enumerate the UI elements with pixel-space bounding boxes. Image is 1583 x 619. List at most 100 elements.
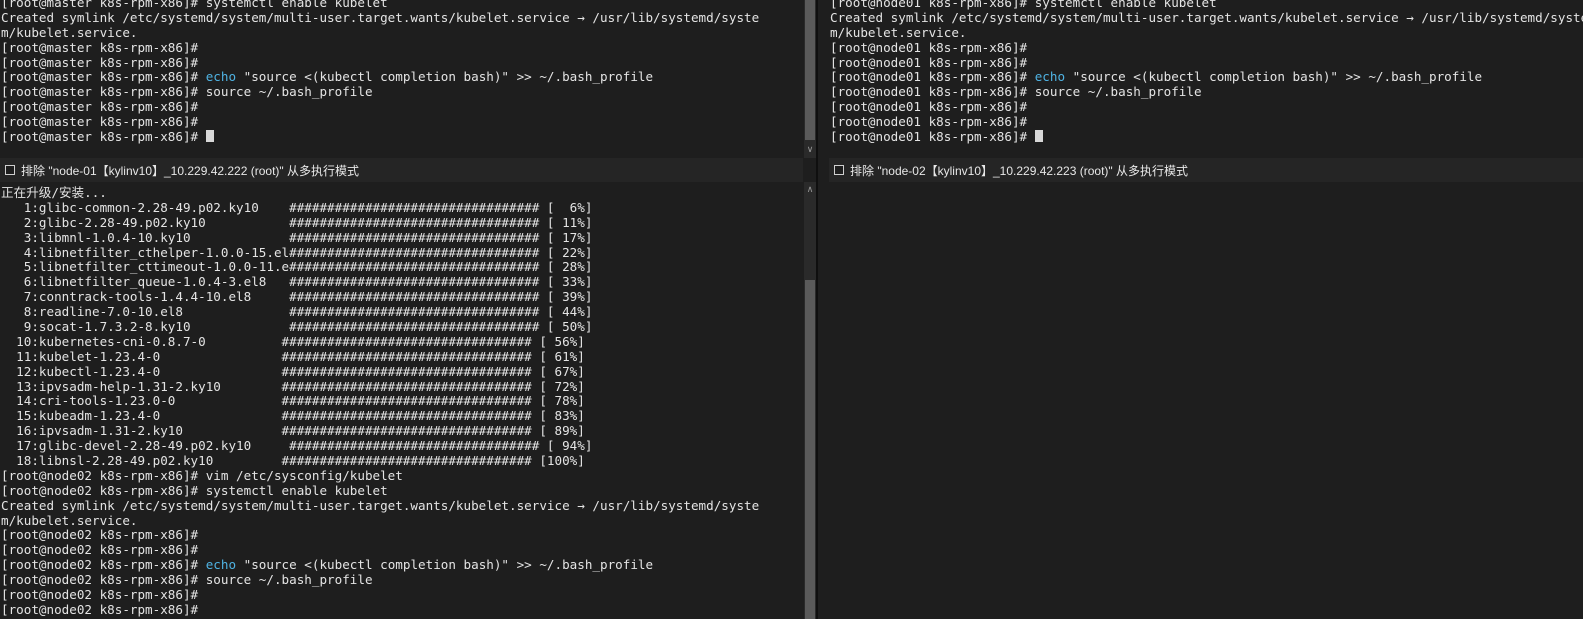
terminal-line: 14:cri-tools-1.23.0-0 ##################… <box>1 394 803 409</box>
terminal-line: m/kubelet.service. <box>830 24 1583 41</box>
terminal-line: [root@node02 k8s-rpm-x86]# vim /etc/sysc… <box>1 467 803 484</box>
terminal-line: [root@master k8s-rpm-x86]# <box>1 129 803 145</box>
terminal-line: 10:kubernetes-cni-0.8.7-0 ##############… <box>1 334 803 350</box>
chevron-up-icon[interactable]: ∧ <box>804 184 816 196</box>
line-text: 8:readline-7.0-10.el8 ##################… <box>1 304 593 320</box>
terminal-output[interactable]: 正在升级/安装... 1:glibc-common-2.28-49.p02.ky… <box>0 186 803 619</box>
terminal-line: 正在升级/安装... <box>1 186 803 201</box>
terminal-line: 9:socat-1.7.3.2-8.ky10 #################… <box>1 319 803 335</box>
line-text: Created symlink /etc/systemd/system/mult… <box>1 497 760 513</box>
terminal-line: [root@node01 k8s-rpm-x86]# source ~/.bas… <box>830 84 1583 100</box>
terminal-pane-empty[interactable] <box>818 182 1583 619</box>
terminal-pane-node01[interactable]: [root@node01 k8s-rpm-x86]# systemctl ena… <box>818 0 1583 158</box>
line-text: 16:ipvsadm-1.31-2.ky10 #################… <box>1 423 585 439</box>
scrollbar-thumb[interactable] <box>805 280 815 619</box>
exclude-multi-exec-bar[interactable]: 排除 "node-02【kylinv10】_10.229.42.223 (roo… <box>829 158 1583 182</box>
line-text: 15:kubeadm-1.23.4-0 ####################… <box>1 408 585 424</box>
terminal-line: Created symlink /etc/systemd/system/mult… <box>1 10 803 26</box>
terminal-line: [root@node02 k8s-rpm-x86]# <box>1 601 803 618</box>
line-text: [root@master k8s-rpm-x86]# <box>1 99 199 115</box>
scrollbar-thumb[interactable] <box>805 0 815 140</box>
terminal-line: 15:kubeadm-1.23.4-0 ####################… <box>1 408 803 424</box>
text-cursor <box>205 130 214 143</box>
line-text: 4:libnetfilter_cthelper-1.0.0-15.el#####… <box>1 244 593 260</box>
terminal-pane-master[interactable]: [root@master k8s-rpm-x86]# systemctl ena… <box>0 0 803 158</box>
command-args: "source <(kubectl completion bash)" >> ~… <box>236 69 654 85</box>
vertical-scrollbar[interactable]: ∧ <box>804 182 816 619</box>
terminal-line: 2:glibc-2.28-49.p02.ky10 ###############… <box>1 215 803 231</box>
terminal-line: [root@node01 k8s-rpm-x86]# <box>830 99 1583 115</box>
line-text: [root@master k8s-rpm-x86]# <box>1 114 199 130</box>
terminal-output[interactable]: [root@master k8s-rpm-x86]# systemctl ena… <box>0 0 803 158</box>
terminal-line: 12:kubectl-1.23.4-0 ####################… <box>1 363 803 380</box>
terminal-line: Created symlink /etc/systemd/system/mult… <box>1 497 803 514</box>
line-text: 12:kubectl-1.23.4-0 ####################… <box>1 363 585 379</box>
terminal-pane-node02[interactable]: 正在升级/安装... 1:glibc-common-2.28-49.p02.ky… <box>0 182 803 619</box>
line-text: 7:conntrack-tools-1.4.4-10.el8 #########… <box>1 289 593 305</box>
line-text: [root@node02 k8s-rpm-x86]# systemctl ena… <box>1 482 388 498</box>
line-text: [root@master k8s-rpm-x86]# <box>1 54 199 70</box>
line-text: [root@master k8s-rpm-x86]# source ~/.bas… <box>1 84 373 100</box>
line-text: [root@node02 k8s-rpm-x86]# <box>1 527 199 543</box>
terminal-line: [root@master k8s-rpm-x86]# <box>1 99 803 115</box>
exclude-label: 排除 "node-02【kylinv10】_10.229.42.223 (roo… <box>850 163 1188 178</box>
terminal-line: 7:conntrack-tools-1.4.4-10.el8 #########… <box>1 289 803 305</box>
line-text: [root@node01 k8s-rpm-x86]# <box>830 114 1028 130</box>
line-text: 9:socat-1.7.3.2-8.ky10 #################… <box>1 319 593 335</box>
line-text: [root@node01 k8s-rpm-x86]# source ~/.bas… <box>830 84 1202 100</box>
pane-divider[interactable] <box>816 0 818 619</box>
line-text: [root@master k8s-rpm-x86]# <box>1 69 206 85</box>
line-text: Created symlink /etc/systemd/system/mult… <box>830 9 1583 25</box>
exclude-label: 排除 "node-01【kylinv10】_10.229.42.222 (roo… <box>21 163 359 178</box>
line-text: [root@master k8s-rpm-x86]# systemctl ena… <box>1 0 388 10</box>
line-text: [root@node01 k8s-rpm-x86]# <box>830 39 1028 55</box>
terminal-line: [root@master k8s-rpm-x86]# <box>1 54 803 71</box>
line-text: m/kubelet.service. <box>830 24 967 40</box>
line-text: 17:glibc-devel-2.28-49.p02.ky10 ########… <box>1 438 593 454</box>
terminal-line: [root@master k8s-rpm-x86]# <box>1 114 803 130</box>
command-keyword: echo <box>205 69 237 85</box>
line-text: [root@node01 k8s-rpm-x86]# <box>830 129 1035 145</box>
line-text: [root@node02 k8s-rpm-x86]# <box>1 557 206 573</box>
line-text: [root@node02 k8s-rpm-x86]# vim /etc/sysc… <box>1 467 403 483</box>
text-cursor <box>1034 130 1043 143</box>
command-keyword: echo <box>1034 69 1066 85</box>
terminal-line: [root@node02 k8s-rpm-x86]# source ~/.bas… <box>1 572 803 588</box>
terminal-line: 4:libnetfilter_cthelper-1.0.0-15.el#####… <box>1 244 803 261</box>
line-text: [root@node02 k8s-rpm-x86]# <box>1 542 199 558</box>
checkbox-icon[interactable] <box>834 165 844 175</box>
terminal-line: [root@node01 k8s-rpm-x86]# <box>830 55 1583 71</box>
line-text: 正在升级/安装... <box>1 186 107 200</box>
terminal-line: [root@master k8s-rpm-x86]# <box>1 39 803 56</box>
terminal-line: 3:libmnl-1.0.4-10.ky10 #################… <box>1 229 803 246</box>
checkbox-icon[interactable] <box>5 165 15 175</box>
terminal-output[interactable]: [root@node01 k8s-rpm-x86]# systemctl ena… <box>829 0 1583 158</box>
command-args: "source <(kubectl completion bash)" >> ~… <box>236 557 654 573</box>
terminal-line: [root@node01 k8s-rpm-x86]# <box>830 129 1583 145</box>
line-text: m/kubelet.service. <box>1 24 138 40</box>
line-text: [root@node01 k8s-rpm-x86]# systemctl ena… <box>830 0 1217 10</box>
terminal-line: [root@node01 k8s-rpm-x86]# <box>830 114 1583 130</box>
terminal-line: 18:libnsl-2.28-49.p02.ky10 #############… <box>1 453 803 469</box>
line-text: 5:libnetfilter_cttimeout-1.0.0-11.e#####… <box>1 259 593 275</box>
line-text: [root@master k8s-rpm-x86]# <box>1 39 199 55</box>
line-text: [root@node02 k8s-rpm-x86]# <box>1 601 199 617</box>
line-text: 3:libmnl-1.0.4-10.ky10 #################… <box>1 229 593 245</box>
terminal-line: [root@node02 k8s-rpm-x86]# <box>1 542 803 558</box>
terminal-line: [root@node01 k8s-rpm-x86]# <box>830 39 1583 56</box>
vertical-scrollbar[interactable]: ∨ <box>804 0 816 158</box>
terminal-line: 1:glibc-common-2.28-49.p02.ky10 ########… <box>1 199 803 216</box>
command-keyword: echo <box>205 557 237 573</box>
line-text: [root@node02 k8s-rpm-x86]# source ~/.bas… <box>1 572 373 588</box>
line-text: [root@node01 k8s-rpm-x86]# <box>830 69 1035 85</box>
terminal-line: 13:ipvsadm-help-1.31-2.ky10 ############… <box>1 379 803 395</box>
line-text: 1:glibc-common-2.28-49.p02.ky10 ########… <box>1 199 593 215</box>
chevron-down-icon[interactable]: ∨ <box>804 144 816 156</box>
exclude-multi-exec-bar[interactable]: 排除 "node-01【kylinv10】_10.229.42.222 (roo… <box>0 158 803 182</box>
terminal-line: 8:readline-7.0-10.el8 ##################… <box>1 304 803 320</box>
terminal-line: 16:ipvsadm-1.31-2.ky10 #################… <box>1 423 803 439</box>
line-text: [root@master k8s-rpm-x86]# <box>1 129 206 145</box>
line-text: [root@node01 k8s-rpm-x86]# <box>830 99 1028 115</box>
terminal-line: Created symlink /etc/systemd/system/mult… <box>830 9 1583 26</box>
terminal-line: m/kubelet.service. <box>1 24 803 41</box>
